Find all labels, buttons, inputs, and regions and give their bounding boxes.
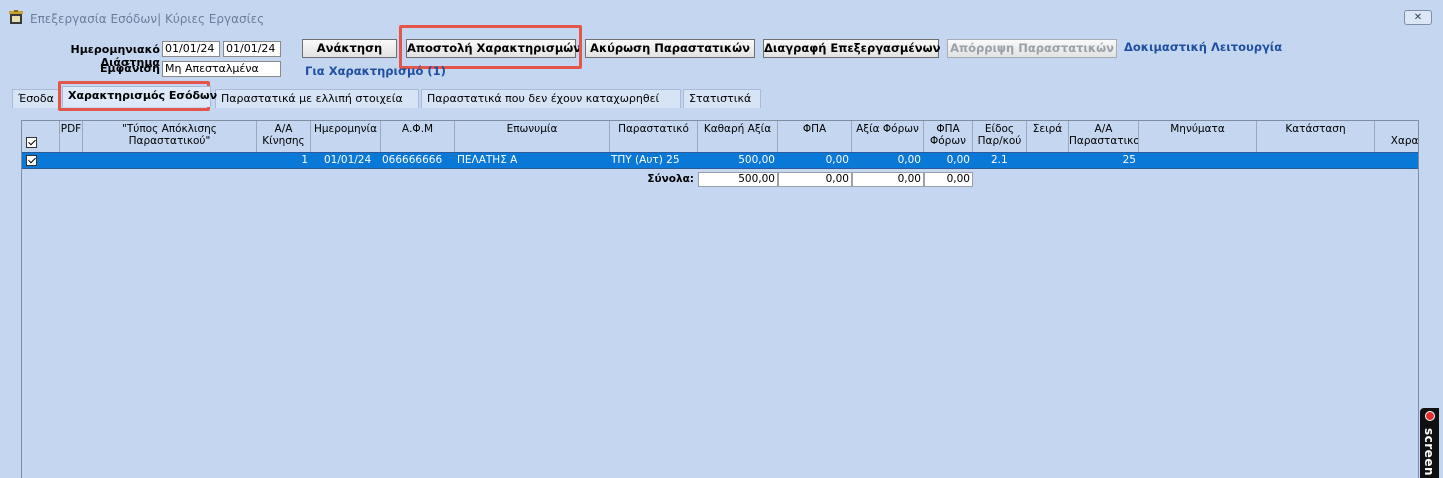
column-header-doc-kind[interactable]: Είδος Παρ/κού xyxy=(973,121,1027,152)
tab-incomplete-documents[interactable]: Παραστατικά με ελλιπή στοιχεία xyxy=(215,89,419,108)
title-bar: Επεξεργασία Εσόδων| Κύριες Εργασίες ✕ xyxy=(0,0,1443,36)
row-checkbox[interactable] xyxy=(26,155,37,166)
column-header-characterization[interactable]: "Μ Χαρακτ xyxy=(1375,121,1418,152)
close-button[interactable]: ✕ xyxy=(1404,10,1432,25)
date-to-field[interactable]: 01/01/24 xyxy=(223,41,281,57)
column-header-select[interactable] xyxy=(22,121,60,152)
column-header-name[interactable]: Επωνυμία xyxy=(455,121,610,152)
cell-taxes: 0,00 xyxy=(897,154,921,166)
tab-revenues[interactable]: Έσοδα xyxy=(12,89,60,108)
display-select[interactable]: Μη Απεσταλμένα xyxy=(162,61,281,77)
column-header-net-value[interactable]: Καθαρή Αξία xyxy=(698,121,778,152)
column-header-vat[interactable]: ΦΠΑ xyxy=(778,121,852,152)
test-mode-label: Δοκιμαστική Λειτουργία xyxy=(1124,40,1283,54)
cell-date: 01/01/24 xyxy=(324,154,372,166)
date-from-field[interactable]: 01/01/24 xyxy=(162,41,220,57)
column-header-messages[interactable]: Μηνύματα xyxy=(1139,121,1257,152)
column-header-movement-no[interactable]: Α/Α Κίνησης xyxy=(257,121,311,152)
column-header-doc-no[interactable]: Α/Α Παραστατικού xyxy=(1069,121,1139,152)
totals-label: Σύνολα: xyxy=(647,173,694,185)
tab-unregistered-documents[interactable]: Παραστατικά που δεν έχουν καταχωρηθεί xyxy=(421,89,681,108)
column-header-date[interactable]: Ημερομηνία xyxy=(311,121,381,152)
column-header-deviation-type[interactable]: "Τύπος Απόκλισης Παραστατικού" xyxy=(83,121,257,152)
retrieve-button[interactable]: Ανάκτηση xyxy=(302,39,397,58)
delete-processed-button[interactable]: Διαγραφή Επεξεργασμένων xyxy=(763,39,940,58)
select-all-checkbox[interactable] xyxy=(26,137,37,148)
send-characterizations-button[interactable]: Αποστολή Χαρακτηρισμών xyxy=(406,39,581,58)
screen-recorder-widget[interactable]: screen xyxy=(1420,408,1439,478)
record-icon xyxy=(1425,411,1435,421)
cell-afm: 066666666 xyxy=(382,154,443,166)
window-title: Επεξεργασία Εσόδων| Κύριες Εργασίες xyxy=(30,12,265,26)
app-icon xyxy=(9,10,23,24)
column-header-pdf[interactable]: PDF xyxy=(60,121,83,152)
column-header-series[interactable]: Σειρά xyxy=(1027,121,1069,152)
documents-grid: PDF "Τύπος Απόκλισης Παραστατικού" Α/Α Κ… xyxy=(21,120,1419,478)
cancel-documents-button[interactable]: Ακύρωση Παραστατικών xyxy=(585,39,755,58)
cell-name: ΠΕΛΑΤΗΣ Α xyxy=(457,154,518,166)
for-characterization-count: Για Χαρακτηρισμό (1) xyxy=(305,64,446,78)
reject-documents-button[interactable]: Απόρριψη Παραστατικών xyxy=(947,39,1117,58)
column-header-status[interactable]: Κατάσταση xyxy=(1257,121,1375,152)
total-vat: 0,00 xyxy=(778,172,852,187)
tab-revenue-characterization[interactable]: Χαρακτηρισμός Εσόδων xyxy=(62,86,217,107)
tab-statistics[interactable]: Στατιστικά xyxy=(683,89,761,108)
cell-document: ΤΠΥ (Αυτ) 25 xyxy=(611,154,680,166)
total-tax-vat: 0,00 xyxy=(924,172,973,187)
recorder-label: screen xyxy=(1422,428,1436,476)
column-header-taxes[interactable]: Αξία Φόρων xyxy=(852,121,924,152)
column-header-tax-vat[interactable]: ΦΠΑ Φόρων xyxy=(924,121,973,152)
table-row[interactable]: 1 01/01/24 066666666 ΠΕΛΑΤΗΣ Α ΤΠΥ (Αυτ)… xyxy=(22,152,1418,169)
column-header-afm[interactable]: Α.Φ.Μ xyxy=(381,121,455,152)
total-taxes: 0,00 xyxy=(852,172,924,187)
cell-doc-no: 25 xyxy=(1122,154,1136,166)
cell-doc-kind: 2.1 xyxy=(991,154,1008,166)
cell-movement-no: 1 xyxy=(301,154,308,166)
column-header-document[interactable]: Παραστατικό xyxy=(610,121,698,152)
display-label: Εμφάνιση xyxy=(100,62,160,75)
cell-net-value: 500,00 xyxy=(738,154,775,166)
cell-tax-vat: 0,00 xyxy=(946,154,970,166)
cell-vat: 0,00 xyxy=(825,154,849,166)
total-net-value: 500,00 xyxy=(698,172,778,187)
